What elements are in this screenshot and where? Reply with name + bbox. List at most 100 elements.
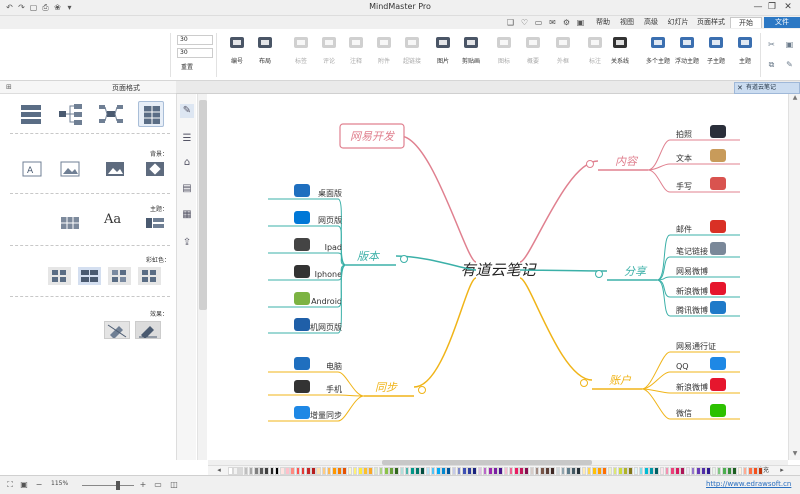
reset-button[interactable]: 重置 — [181, 62, 193, 71]
mail-icon[interactable]: ✉ — [547, 17, 558, 28]
palette-swatch[interactable] — [498, 467, 503, 475]
palette-swatch[interactable] — [347, 467, 353, 475]
subtopic-label[interactable]: QQ — [676, 362, 689, 371]
undo-icon[interactable]: ↶ — [4, 2, 15, 13]
palette-swatch[interactable] — [321, 467, 327, 475]
palette-swatch[interactable] — [545, 467, 550, 475]
account-icon[interactable]: ▣ — [575, 17, 586, 28]
subtopic-label[interactable]: 增量同步 — [310, 410, 342, 420]
tab-home[interactable]: 开始 — [730, 17, 762, 28]
cut-icon[interactable]: ✂ — [766, 39, 777, 50]
palette-swatch[interactable] — [415, 467, 420, 475]
palette-swatch[interactable] — [753, 467, 758, 475]
palette-swatch[interactable] — [534, 467, 540, 475]
palette-swatch[interactable] — [436, 467, 441, 475]
subtopic-label[interactable]: 网易通行证 — [676, 341, 716, 351]
rainbow-option-4[interactable] — [48, 267, 71, 285]
palette-swatch[interactable] — [456, 467, 462, 475]
callout-button[interactable]: 标注 — [583, 32, 607, 76]
attachment-button[interactable]: 附件 — [372, 32, 396, 76]
note-button[interactable]: 注释 — [344, 32, 368, 76]
palette-scroll-icon[interactable]: ◂ — [214, 466, 224, 475]
palette-swatch[interactable] — [612, 467, 618, 475]
tab-view[interactable]: 视图 — [616, 17, 638, 28]
subtopic-label[interactable]: Android — [311, 297, 342, 306]
subtopic-label[interactable]: 笔记链接 — [676, 246, 708, 256]
view-icon[interactable]: ◫ — [168, 479, 180, 491]
palette-swatch[interactable] — [716, 467, 722, 475]
format-brush-icon[interactable]: ✎ — [180, 104, 194, 118]
picture-button[interactable]: 图片 — [431, 32, 455, 76]
palette-swatch[interactable] — [633, 467, 639, 475]
panel-scroll-thumb[interactable] — [199, 100, 207, 310]
palette-swatch[interactable] — [233, 467, 238, 475]
share-icon[interactable]: ❑ — [505, 17, 516, 28]
palette-swatch[interactable] — [560, 467, 566, 475]
home-shape-icon[interactable]: ⌂ — [180, 156, 194, 170]
boundary-button[interactable]: 外框 — [551, 32, 575, 76]
document-tab[interactable]: ✕ 有道云笔记 — [734, 82, 800, 94]
palette-swatch[interactable] — [352, 467, 358, 475]
vertical-scrollbar[interactable]: ▲ ▼ — [788, 94, 800, 460]
minimize-button[interactable]: — — [752, 1, 764, 13]
palette-swatch[interactable] — [602, 467, 607, 475]
menu-file[interactable]: 文件 — [764, 17, 800, 28]
subtopic-label[interactable]: Ipad — [325, 243, 342, 252]
palette-swatch[interactable] — [576, 467, 581, 475]
palette-swatch[interactable] — [727, 467, 732, 475]
effect-on-button[interactable] — [135, 321, 161, 339]
palette-swatch[interactable] — [378, 467, 384, 475]
numbering-button[interactable]: 编号 — [225, 32, 249, 76]
subtopic-label[interactable]: Iphone — [315, 270, 342, 279]
tab-help[interactable]: 帮助 — [592, 17, 614, 28]
palette-swatch[interactable] — [446, 467, 451, 475]
palette-swatch[interactable] — [654, 467, 659, 475]
settings-icon[interactable]: ⚙ — [561, 17, 572, 28]
upload-icon[interactable]: ⇪ — [180, 236, 194, 250]
collapse-toggle[interactable] — [400, 255, 408, 263]
palette-swatch[interactable] — [462, 467, 467, 475]
palette-swatch[interactable] — [254, 467, 259, 475]
palette-swatch[interactable] — [571, 467, 576, 475]
palette-swatch[interactable] — [441, 467, 446, 475]
palette-swatch[interactable] — [597, 467, 602, 475]
tab-page-style[interactable]: 页面样式 — [694, 17, 728, 28]
palette-swatch[interactable] — [618, 467, 623, 475]
palette-swatch[interactable] — [524, 467, 529, 475]
palette-swatch[interactable] — [311, 467, 316, 475]
palette-swatch[interactable] — [238, 467, 243, 475]
close-button[interactable]: ✕ — [782, 1, 794, 13]
branch-topic[interactable]: 分享 — [624, 265, 648, 278]
palette-swatch[interactable] — [592, 467, 597, 475]
fit-page-icon[interactable]: ▣ — [18, 479, 30, 491]
palette-swatch[interactable] — [394, 467, 399, 475]
layout-tree-map[interactable] — [58, 101, 84, 127]
palette-swatch[interactable] — [295, 467, 301, 475]
palette-swatch[interactable] — [550, 467, 555, 475]
palette-swatch[interactable] — [248, 467, 254, 475]
summary-button[interactable]: 概要 — [521, 32, 545, 76]
collapse-toggle[interactable] — [580, 379, 588, 387]
theme-font-option[interactable]: Aa — [104, 212, 121, 227]
paste-icon[interactable]: ▣ — [784, 39, 795, 50]
palette-swatch[interactable] — [722, 467, 727, 475]
palette-swatch[interactable] — [680, 467, 685, 475]
subtopic-label[interactable]: 腾讯微博 — [676, 305, 708, 315]
palette-swatch[interactable] — [675, 467, 680, 475]
format-painter-icon[interactable]: ✎ — [784, 59, 795, 70]
collapse-toggle[interactable] — [586, 160, 594, 168]
palette-swatch[interactable] — [332, 467, 337, 475]
palette-swatch[interactable] — [519, 467, 524, 475]
branch-topic[interactable]: 同步 — [375, 381, 398, 394]
subtopic-label[interactable]: 新浪微博 — [676, 382, 708, 392]
print-icon[interactable]: ⎙ — [40, 2, 51, 13]
collapse-toggle[interactable] — [595, 270, 603, 278]
spacing-spin-2[interactable]: 30 — [177, 48, 213, 58]
palette-swatch[interactable] — [358, 467, 363, 475]
palette-swatch[interactable] — [368, 467, 373, 475]
palette-swatch[interactable] — [259, 467, 264, 475]
zoom-slider-knob[interactable] — [116, 481, 120, 490]
zoom-slider[interactable] — [82, 485, 134, 486]
palette-swatch[interactable] — [737, 467, 743, 475]
clipart-button[interactable]: 剪贴画 — [459, 32, 483, 76]
